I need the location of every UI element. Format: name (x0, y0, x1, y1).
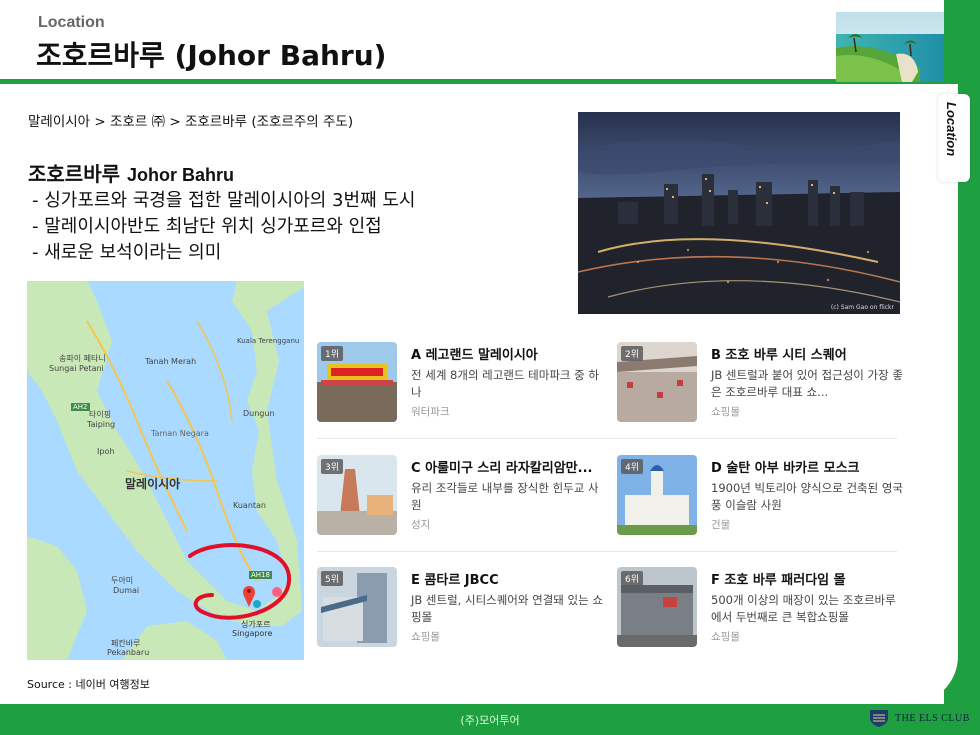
attraction-card[interactable]: 5위 E 콤타르 JBCC JB 센트럴, 시티스퀘어와 연결돼 있는 쇼핑몰 … (317, 567, 607, 667)
map-label: Kuala Terengganu (237, 337, 300, 345)
attraction-title[interactable]: B 조호 바루 시티 스퀘어 (711, 344, 907, 363)
logo-text: THE ELS CLUB (895, 712, 970, 724)
legoland-thumbnail: 1위 (317, 342, 397, 422)
photo-credit: (c) Sam Gao on flickr (830, 304, 894, 311)
attraction-description: 유리 조각들로 내부를 장식한 힌두교 사원 (411, 481, 599, 512)
attraction-category: 워터파크 (411, 406, 450, 418)
mosque-thumbnail: 4위 (617, 455, 697, 535)
map-label: Taiping (87, 420, 116, 429)
attraction-title[interactable]: A 레고랜드 말레이시아 (411, 344, 607, 363)
attraction-title[interactable]: C 아룰미구 스리 라자칼리암만... (411, 457, 607, 476)
rank-badge: 2위 (621, 346, 644, 361)
map-label: 타이핑 (89, 410, 112, 419)
rank-badge: 1위 (321, 346, 344, 361)
attraction-description: JB 센트럴과 붙어 있어 접근성이 가장 좋은 조호르바루 대표 쇼... (711, 368, 903, 399)
attraction-description: JB 센트럴, 시티스퀘어와 연결돼 있는 쇼핑몰 (411, 593, 603, 624)
peninsula-map[interactable]: 송파이 페타니 Sungai Petani Tanah Merah 타이핑 Ta… (27, 281, 304, 660)
golf-course-photo (836, 12, 944, 82)
temple-thumbnail: 3위 (317, 455, 397, 535)
page-title: 조호르바루 (Johor Bahru) (36, 39, 387, 72)
card-divider (317, 438, 897, 439)
attraction-description: 1900년 빅토리아 양식으로 건축된 영국풍 이슬람 사원 (711, 481, 904, 512)
attraction-category: 쇼핑몰 (411, 631, 440, 643)
source-note: Source : 네이버 여행정보 (27, 678, 150, 691)
attraction-title[interactable]: D 술탄 아부 바카르 모스크 (711, 457, 907, 476)
bullet-item: - 싱가포르와 국경을 접한 말레이시아의 3번째 도시 (32, 190, 416, 211)
attraction-title[interactable]: E 콤타르 JBCC (411, 569, 607, 588)
city-square-thumbnail: 2위 (617, 342, 697, 422)
komtar-thumbnail: 5위 (317, 567, 397, 647)
attraction-title[interactable]: F 조호 바루 패러다임 몰 (711, 569, 907, 588)
map-label: Kuantan (233, 501, 266, 510)
attraction-category: 성지 (411, 519, 431, 531)
attraction-card[interactable]: 2위 B 조호 바루 시티 스퀘어 JB 센트럴과 붙어 있어 접근성이 가장 … (617, 342, 907, 442)
map-label: Pekanbaru (107, 648, 150, 657)
breadcrumb: 말레이시아 > 조호르 ㈜ > 조호르바루 (조호르주의 주도) (28, 114, 354, 130)
map-label: Sungai Petani (49, 364, 104, 373)
bullet-item: - 새로운 보석이라는 의미 (32, 242, 222, 263)
attraction-description: 500개 이상의 매장이 있는 조호르바루에서 두번째로 큰 복합쇼핑몰 (711, 593, 896, 624)
map-label: 두아미 (111, 576, 134, 585)
map-label: Taman Negara (151, 429, 209, 438)
paradigm-mall-thumbnail: 6위 (617, 567, 697, 647)
section-label: Location (38, 14, 105, 31)
attraction-card[interactable]: 6위 F 조호 바루 패러다임 몰 500개 이상의 매장이 있는 조호르바루에… (617, 567, 907, 667)
map-label: AH2 (71, 403, 90, 411)
map-label: Dungun (243, 409, 275, 418)
intro-bullets: - 싱가포르와 국경을 접한 말레이시아의 3번째 도시 - 말레이시아반도 최… (32, 188, 415, 266)
intro-title-korean: 조호르바루 (28, 162, 120, 186)
card-divider (317, 551, 897, 552)
attraction-category: 쇼핑몰 (711, 631, 740, 643)
rank-badge: 4위 (621, 459, 644, 474)
footer-company: (주)모어투어 (460, 714, 520, 727)
attraction-card[interactable]: 3위 C 아룰미구 스리 라자칼리암만... 유리 조각들로 내부를 장식한 힌… (317, 455, 607, 555)
rank-badge: 3위 (321, 459, 344, 474)
attraction-card[interactable]: 4위 D 술탄 아부 바카르 모스크 1900년 빅토리아 양식으로 건축된 영… (617, 455, 907, 555)
intro-title-english: Johor Bahru (126, 165, 234, 185)
map-label: AH18 (249, 571, 272, 579)
map-label: Dumai (113, 586, 140, 595)
rank-badge: 6위 (621, 571, 644, 586)
map-label: Singapore (232, 629, 273, 638)
johor-bahru-night-photo: (c) Sam Gao on flickr (578, 112, 900, 314)
map-label: Ipoh (97, 447, 115, 456)
map-label: 말레이시아 (125, 477, 181, 491)
attraction-category: 건물 (711, 519, 731, 531)
location-side-tab: Location (938, 94, 970, 182)
header-rule (0, 79, 944, 84)
intro-title: 조호르바루 Johor Bahru (28, 158, 234, 187)
attraction-description: 전 세계 8개의 레고랜드 테마파크 중 하나 (411, 368, 599, 399)
rank-badge: 5위 (321, 571, 344, 586)
attraction-category: 쇼핑몰 (711, 406, 740, 418)
side-tab-label: Location (944, 102, 959, 157)
shield-icon (870, 710, 888, 727)
map-label: 송파이 페타니 (59, 354, 106, 363)
attraction-card[interactable]: 1위 A 레고랜드 말레이시아 전 세계 8개의 레고랜드 테마파크 중 하나 … (317, 342, 607, 442)
bullet-item: - 말레이시아반도 최남단 위치 싱가포르와 인접 (32, 216, 382, 237)
map-label: Tanah Merah (145, 357, 197, 366)
els-club-logo: THE ELS CLUB (868, 707, 970, 729)
